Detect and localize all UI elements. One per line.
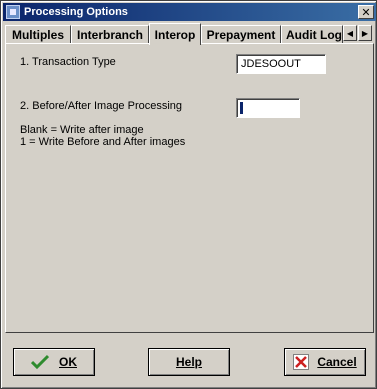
transaction-type-value: JDESOOUT [241, 58, 301, 70]
check-icon [31, 354, 49, 370]
tab-scroll-left-button[interactable]: ◀ [343, 25, 357, 41]
tab-interbranch[interactable]: Interbranch [71, 25, 149, 44]
ok-button[interactable]: OK [13, 348, 95, 376]
window-title: Processing Options [24, 6, 128, 18]
tab-interop[interactable]: Interop [149, 23, 201, 45]
app-icon [6, 5, 20, 19]
transaction-type-label: 1. Transaction Type [20, 56, 116, 68]
cancel-button[interactable]: Cancel [284, 348, 366, 376]
tab-multiples[interactable]: Multiples [5, 25, 71, 44]
arrow-right-icon: ▶ [361, 28, 369, 38]
tab-prepayment[interactable]: Prepayment [201, 25, 281, 44]
help-label: Help [175, 355, 202, 369]
transaction-type-input[interactable]: JDESOOUT [236, 54, 326, 74]
help-text-blank: Blank = Write after image [20, 124, 144, 136]
tab-strip: Multiples Interbranch Interop Prepayment… [5, 23, 375, 45]
arrow-left-icon: ◀ [346, 28, 354, 38]
cancel-label: Cancel [317, 355, 357, 369]
tab-scroll-right-button[interactable]: ▶ [358, 25, 372, 41]
help-button[interactable]: Help [148, 348, 230, 376]
image-processing-input[interactable] [236, 98, 300, 118]
x-icon [293, 354, 310, 370]
help-text-one: 1 = Write Before and After images [20, 136, 186, 148]
interop-panel: 1. Transaction Type JDESOOUT 2. Before/A… [5, 43, 374, 333]
close-button[interactable]: ✕ [358, 5, 374, 19]
ok-label: OK [59, 355, 77, 369]
image-processing-label: 2. Before/After Image Processing [20, 100, 183, 112]
processing-options-dialog: Processing Options ✕ Multiples Interbran… [0, 0, 377, 389]
title-bar: Processing Options ✕ [3, 3, 376, 21]
tab-audit-log[interactable]: Audit Log [281, 25, 343, 44]
text-cursor [240, 102, 243, 114]
